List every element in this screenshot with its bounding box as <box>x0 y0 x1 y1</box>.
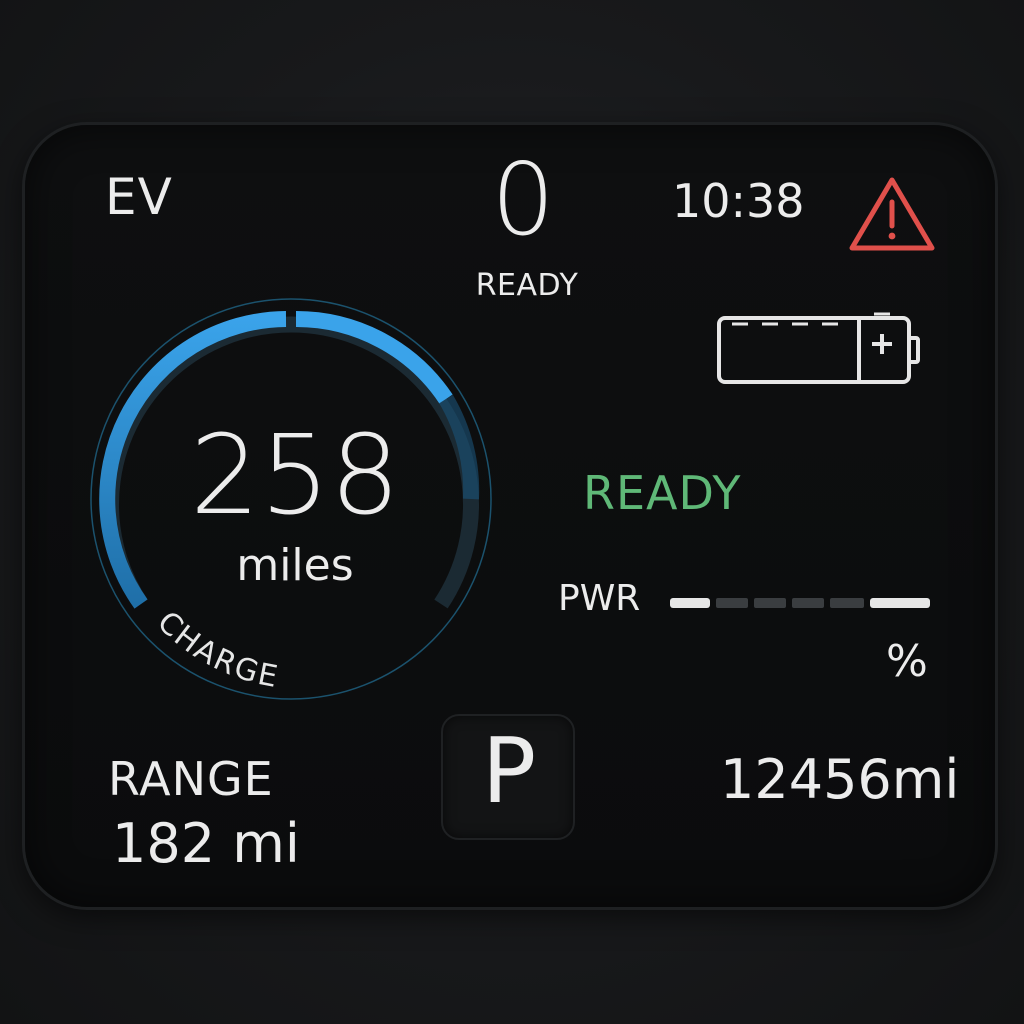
power-bar <box>670 598 930 608</box>
warning-triangle-icon <box>849 177 935 251</box>
odometer-value: 12456 <box>720 748 892 811</box>
clock: 10:38 <box>672 174 805 228</box>
battery-icon <box>717 312 920 384</box>
gauge-unit: miles <box>236 540 354 591</box>
range-value: 182 mi <box>112 812 300 875</box>
drive-status: READY <box>583 466 742 520</box>
power-unit: % <box>886 636 928 687</box>
range-title: RANGE <box>108 752 274 806</box>
odometer: 12456mi <box>720 748 959 811</box>
power-label: PWR <box>558 578 641 619</box>
odometer-unit: mi <box>891 748 960 811</box>
gauge-charge-label: CHARGE <box>150 605 282 696</box>
gear-letter: P <box>481 719 537 824</box>
gauge-value: 258 <box>190 411 400 539</box>
